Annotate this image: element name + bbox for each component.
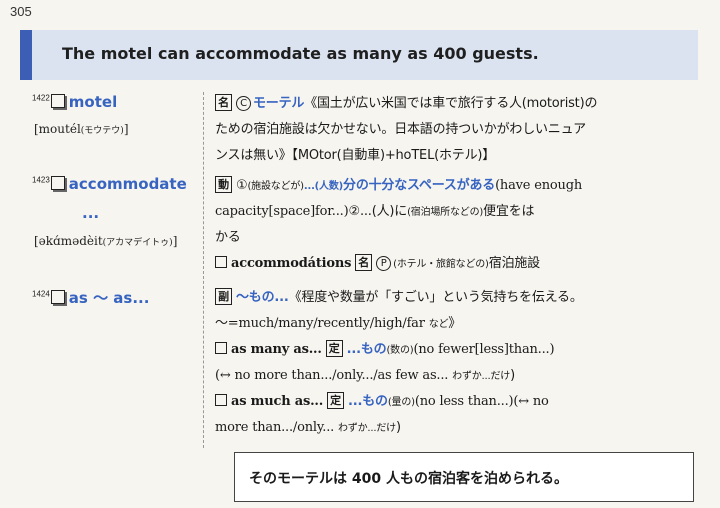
object-note: ...(人数) — [303, 181, 344, 192]
column-divider — [203, 92, 204, 448]
study-checkbox[interactable] — [50, 290, 65, 304]
pos-badge-adverb: 副 — [215, 288, 232, 305]
definition-text: ための宿泊施設は欠かせない。日本語の持ついかがわしいニュア — [215, 122, 586, 137]
definition-text: 宿泊施設 — [488, 256, 540, 271]
english-gloss: (↔ no more than.../only.../as few as... — [215, 368, 449, 383]
closing-bracket: ) — [510, 368, 515, 383]
headword: motel — [68, 93, 118, 111]
translation-box: そのモーテルは 400 人もの宿泊客を泊められる。 — [234, 452, 694, 502]
example-sentence: The motel can accommodate as many as 400… — [62, 44, 539, 63]
definition-text: 《国土が広い米国では車で旅行する人(motorist)の — [304, 96, 598, 111]
pos-badge-verb: 動 — [215, 176, 232, 193]
phrase-line: as many as... 定 ...もの(数の)(no fewer[less]t… — [215, 337, 675, 363]
countable-mark: C — [236, 96, 251, 111]
pronunciation-ipa: [əkɑ́mədèit — [34, 234, 103, 248]
definition-text: 便宜をは — [483, 204, 535, 219]
meaning-term: ...もの — [346, 342, 387, 357]
meaning-term: モーテル — [253, 96, 305, 111]
english-gloss: more than.../only... — [215, 420, 335, 435]
definition-text: 《程度や数量が「すごい」という気持ちを伝える。 — [288, 290, 583, 305]
study-checkbox[interactable] — [50, 94, 65, 108]
meaning-term: 分の十分なスペースがある — [343, 178, 496, 193]
phrase: as much as... — [231, 394, 324, 409]
english-gloss: 〜=much/many/recently/high/far — [215, 316, 425, 331]
entry-head-accommodate: 1423 accommodate — [32, 174, 187, 193]
derived-word: accommodátions — [231, 256, 352, 271]
pronunciation-bracket: ] — [123, 122, 129, 136]
definition-line: かる — [215, 225, 675, 251]
study-checkbox[interactable] — [50, 176, 65, 190]
translation-text: そのモーテルは 400 人もの宿泊客を泊められる。 — [249, 471, 568, 487]
sense-number: ① — [236, 178, 248, 193]
pronunciation: [əkɑ́mədèit(アカマデイトゥ)] — [34, 234, 177, 248]
entry-number: 1424 — [32, 289, 50, 299]
entry-head-motel: 1422 motel — [32, 92, 117, 111]
definition-text: ンスは無い》【MOtor(自動車)+hoTEL(ホテル)】 — [215, 148, 496, 163]
pronunciation-kana: (アカマデイトゥ) — [102, 238, 173, 248]
closing-bracket: ) — [395, 420, 401, 435]
usage-note: わずか...だけ — [452, 371, 511, 382]
entry-number: 1423 — [32, 175, 50, 185]
pronunciation-kana: (モウテウ) — [80, 126, 124, 136]
headword: as 〜 as... — [68, 289, 150, 307]
headword: accommodate — [68, 175, 187, 193]
usage-note: (施設などが) — [247, 181, 304, 192]
usage-note: など — [428, 319, 449, 330]
definition-line: 副〜もの...《程度や数量が「すごい」という気持ちを伝える。 — [215, 285, 675, 311]
entry-head-as-as: 1424 as 〜 as... — [32, 287, 149, 308]
definition-text: かる — [215, 230, 241, 245]
definition-line: 〜=much/many/recently/high/far など》 — [215, 311, 675, 337]
pos-badge-noun: 名 — [355, 254, 373, 271]
definition-text: ...(人)に — [359, 204, 408, 219]
usage-note: わずか...だけ — [338, 423, 396, 434]
example-sentence-banner: The motel can accommodate as many as 400… — [20, 30, 698, 80]
pronunciation-bracket: ] — [172, 234, 178, 248]
definition-motel: 名 C モーテル《国土が広い米国では車で旅行する人(motorist)の ための宿泊… — [215, 91, 675, 169]
phrase-checkbox[interactable] — [215, 394, 227, 406]
plural-mark: P — [376, 256, 392, 271]
pronunciation: [moutél(モウテウ)] — [34, 122, 129, 136]
phrase-line: as much as... 定 ...もの(量の)(no less than...… — [215, 389, 675, 415]
phrase: as many as... — [231, 342, 322, 357]
definition-line: capacity[space]for...)②...(人)に(宿泊場所などの)便… — [215, 199, 675, 225]
meaning-term: ...もの — [348, 394, 388, 409]
usage-note: (ホテル・旅館などの) — [393, 259, 489, 270]
phrase-checkbox[interactable] — [215, 342, 227, 354]
page-number: 305 — [10, 4, 32, 19]
headword-continuation: ... — [82, 204, 100, 222]
sense-number: ② — [348, 204, 360, 219]
pronunciation-ipa: [moutél — [34, 122, 81, 136]
derived-word-line: accommodátions 名 P (ホテル・旅館などの)宿泊施設 — [215, 251, 675, 277]
closing-bracket: 》 — [448, 316, 462, 331]
entry-number: 1422 — [32, 93, 50, 103]
english-gloss: (no fewer[less]than...) — [413, 342, 555, 357]
definition-line: 名 C モーテル《国土が広い米国では車で旅行する人(motorist)の — [215, 91, 675, 117]
definition-line: 動 ①(施設などが)...(人数)分の十分なスペースがある(have enough — [215, 173, 675, 199]
definition-line: (↔ no more than.../only.../as few as... … — [215, 363, 675, 389]
banner-accent-bar — [20, 30, 32, 80]
english-gloss: capacity[space]for...) — [215, 204, 349, 219]
usage-note: (量の) — [387, 397, 415, 408]
definition-line: ための宿泊施設は欠かせない。日本語の持ついかがわしいニュア — [215, 117, 675, 143]
usage-note: (宿泊場所などの) — [407, 207, 484, 218]
derived-checkbox[interactable] — [215, 256, 227, 268]
definition-as-as: 副〜もの...《程度や数量が「すごい」という気持ちを伝える。 〜=much/ma… — [215, 285, 675, 441]
english-gloss: (have enough — [495, 178, 582, 193]
definition-line: ンスは無い》【MOtor(自動車)+hoTEL(ホテル)】 — [215, 143, 675, 169]
definition-accommodate: 動 ①(施設などが)...(人数)分の十分なスペースがある(have enough… — [215, 173, 675, 277]
pos-badge-set-phrase: 定 — [325, 340, 343, 357]
meaning-term: 〜もの... — [236, 290, 289, 305]
definition-line: more than.../only... わずか...だけ) — [215, 415, 675, 441]
usage-note: (数の) — [386, 345, 414, 356]
pos-badge-set-phrase: 定 — [327, 392, 345, 409]
pos-badge-noun: 名 — [215, 94, 232, 111]
english-gloss: (no less than...)(↔ no — [414, 394, 549, 409]
